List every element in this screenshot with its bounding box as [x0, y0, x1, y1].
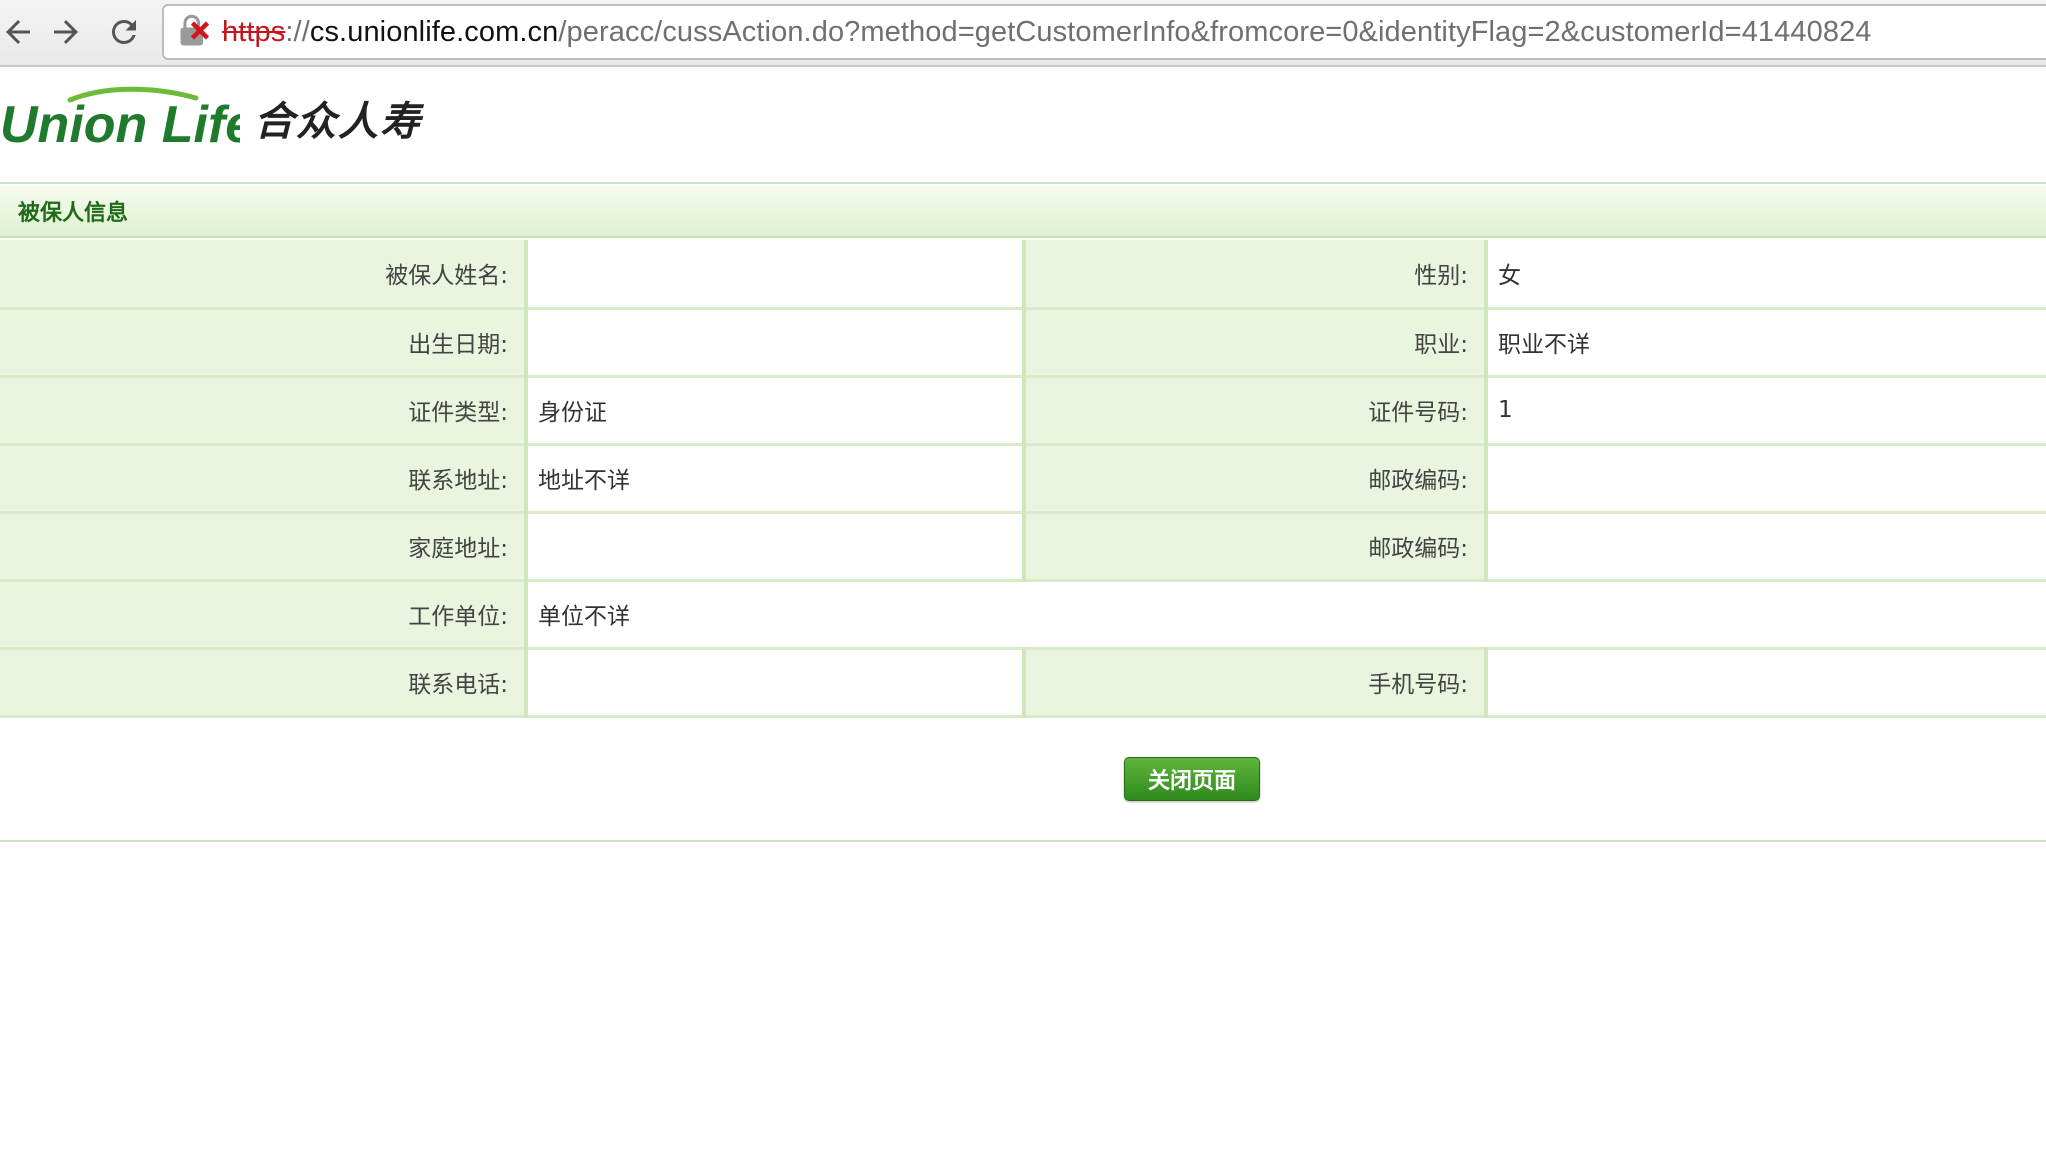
url-path: /peracc/cussAction.do?method=getCustomer… [558, 15, 1872, 48]
header-divider [0, 182, 2046, 184]
url-separator: :// [285, 15, 310, 48]
id-number-value: 1 [1486, 376, 2046, 446]
url-text: https://cs.unionlife.com.cn/peracc/cussA… [222, 16, 1872, 49]
table-row: 被保人姓名: 性别: 女 [0, 240, 2046, 310]
birth-date-label: 出生日期: [0, 308, 528, 378]
forward-arrow-icon [54, 20, 78, 44]
table-row: 工作单位: 单位不详 [0, 580, 2046, 650]
section-header: 被保人信息 [0, 186, 2046, 238]
table-row: 联系地址: 地址不详 邮政编码: [0, 444, 2046, 514]
section-title: 被保人信息 [18, 201, 129, 226]
url-scheme: https [222, 15, 286, 48]
logo-cn-text: 合众人寿 [254, 99, 422, 145]
table-row: 家庭地址: 邮政编码: [0, 512, 2046, 582]
postal-code-value [1486, 444, 2046, 514]
reload-icon [111, 19, 136, 44]
table-row: 联系电话: 手机号码: [0, 648, 2046, 718]
employer-label: 工作单位: [0, 580, 528, 650]
footer-divider [0, 840, 2046, 842]
url-host: cs.unionlife.com.cn [309, 15, 559, 48]
home-address-label: 家庭地址: [0, 512, 528, 582]
id-type-label: 证件类型: [0, 376, 528, 446]
reload-button[interactable] [100, 8, 148, 56]
gender-value: 女 [1486, 240, 2046, 310]
insured-info-table: 被保人姓名: 性别: 女 出生日期: 职业: 职业不详 证件类型: 身份证 证件… [0, 240, 2046, 718]
id-number-label: 证件号码: [1024, 376, 1488, 446]
occupation-label: 职业: [1024, 308, 1488, 378]
table-row: 出生日期: 职业: 职业不详 [0, 308, 2046, 378]
table-row: 证件类型: 身份证 证件号码: 1 [0, 376, 2046, 446]
contact-address-value: 地址不详 [526, 444, 1026, 514]
back-arrow-icon [6, 20, 30, 44]
mobile-value [1486, 648, 2046, 718]
gender-label: 性别: [1024, 240, 1488, 310]
browser-toolbar: https://cs.unionlife.com.cn/peracc/cussA… [0, 0, 2046, 67]
forward-button[interactable] [42, 8, 90, 56]
contact-address-label: 联系地址: [0, 444, 528, 514]
mobile-label: 手机号码: [1024, 648, 1488, 718]
address-bar[interactable]: https://cs.unionlife.com.cn/peracc/cussA… [162, 4, 2046, 60]
union-life-logo: Union Life 合众人寿 [0, 86, 422, 150]
logo-en-text: Union Life [0, 96, 240, 150]
birth-date-value [526, 308, 1026, 378]
name-value [526, 240, 1026, 310]
home-postal-code-label: 邮政编码: [1024, 512, 1488, 582]
id-type-value: 身份证 [526, 376, 1026, 446]
back-button[interactable] [0, 8, 42, 56]
employer-value: 单位不详 [526, 580, 2046, 650]
occupation-value: 职业不详 [1486, 308, 2046, 378]
close-page-button[interactable]: 关闭页面 [1124, 757, 1260, 801]
phone-label: 联系电话: [0, 648, 528, 718]
name-label: 被保人姓名: [0, 240, 528, 310]
logo-wordmark: Union Life [0, 86, 240, 150]
home-address-value [526, 512, 1026, 582]
insecure-lock-icon [180, 14, 210, 46]
phone-value [526, 648, 1026, 718]
postal-code-label: 邮政编码: [1024, 444, 1488, 514]
home-postal-code-value [1486, 512, 2046, 582]
